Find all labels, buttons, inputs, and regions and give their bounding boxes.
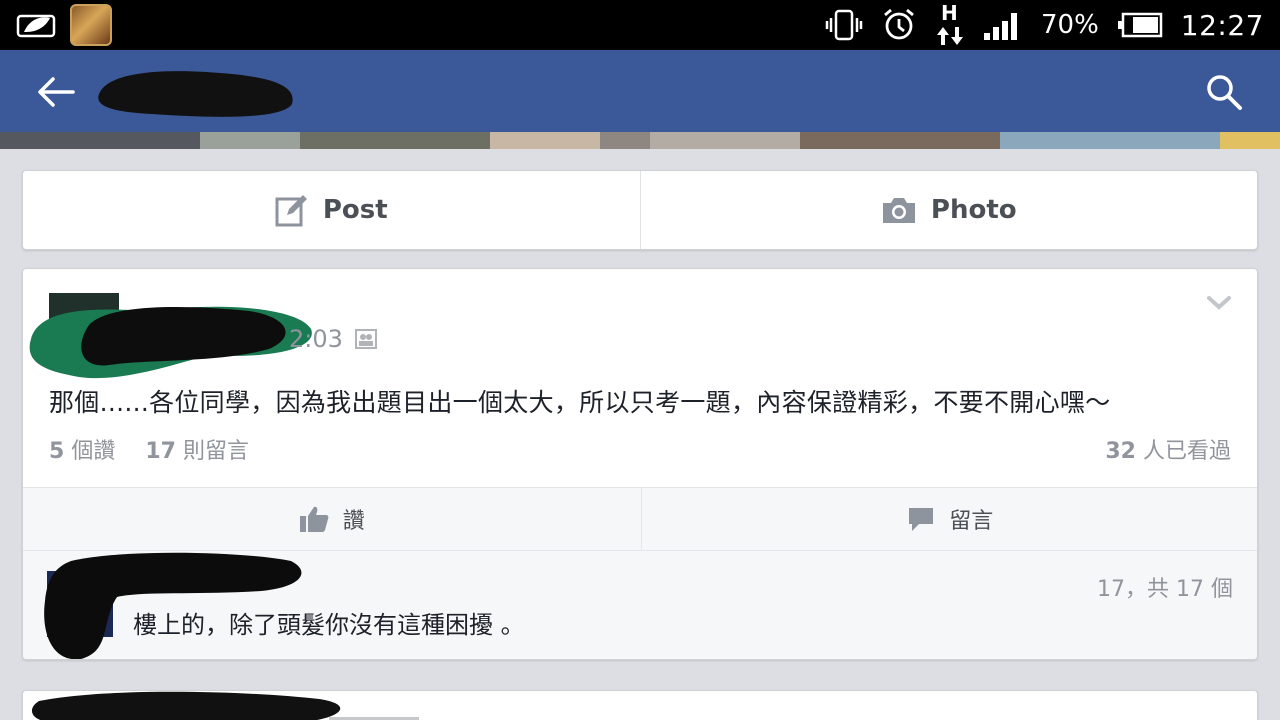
comments-count: 17 [145, 439, 176, 464]
signal-icon [984, 13, 1017, 40]
comment-text: 樓上的，除了頭髮你沒有這種困擾 。 [133, 611, 525, 639]
post-actions: 讚 留言 [23, 487, 1258, 551]
search-icon [1207, 75, 1242, 110]
redacted-group-name [98, 71, 293, 117]
comment-index: 17，共 17 個 [1097, 577, 1233, 602]
app-notification-icon [70, 4, 112, 46]
likes-label: 個讚 [71, 439, 116, 464]
composer-bar: Post Photo [22, 170, 1258, 250]
like-label: 讚 [342, 509, 365, 534]
alarm-icon [884, 8, 914, 40]
clock: 12:27 [1180, 8, 1264, 42]
comment-bubble-icon [909, 508, 934, 531]
camera-icon [882, 198, 915, 223]
seen-count: 32 [1105, 439, 1136, 464]
seen-label: 人已看過 [1142, 439, 1231, 464]
vibrate-icon [825, 9, 863, 41]
group-privacy-icon [355, 329, 377, 349]
chevron-down-icon[interactable] [1207, 295, 1231, 311]
photo-label: Photo [930, 195, 1017, 225]
data-arrows-icon [937, 27, 963, 45]
search-button[interactable] [1200, 68, 1248, 116]
battery-percent: 70% [1041, 10, 1099, 40]
battery-icon [1117, 12, 1163, 38]
notification-leaf-icon [16, 14, 56, 38]
next-post-card [22, 690, 1258, 720]
likes-count: 5 [49, 439, 65, 464]
thumbs-up-icon [299, 506, 329, 532]
arrow-left-icon [38, 77, 75, 107]
redacted-author [29, 293, 312, 379]
back-button[interactable] [34, 70, 78, 114]
post-body: 那個......各位同學，因為我出題目出一個太大，所以只考一題，內容保證精彩，不… [49, 388, 1111, 417]
status-bar: H 70% 12:27 [0, 0, 1280, 50]
network-type-indicator: H [935, 1, 965, 47]
comment-label: 留言 [949, 509, 994, 534]
comment-button[interactable]: 留言 [640, 488, 1258, 550]
post-stats[interactable]: 5 個讚 17 則留言 [49, 433, 249, 465]
seen-by[interactable]: 32 人已看過 [1105, 433, 1231, 465]
photo-button[interactable]: Photo [639, 171, 1258, 249]
post-card: 2:03 那個......各位同學，因為我出題目出一個太大，所以只考一題，內容保… [22, 268, 1258, 660]
redacted-next-author [32, 691, 419, 720]
post-label: Post [322, 195, 388, 225]
latest-comment[interactable]: 17，共 17 個 樓上的，除了頭髮你沒有這種困擾 。 [23, 551, 1257, 659]
post-timestamp: 2:03 [289, 325, 343, 353]
comments-label: 則留言 [182, 439, 249, 464]
like-button[interactable]: 讚 [23, 488, 641, 550]
cover-photo-strip [0, 132, 1280, 149]
app-bar [0, 50, 1280, 132]
edit-icon [275, 195, 307, 227]
post-button[interactable]: Post [23, 171, 640, 249]
